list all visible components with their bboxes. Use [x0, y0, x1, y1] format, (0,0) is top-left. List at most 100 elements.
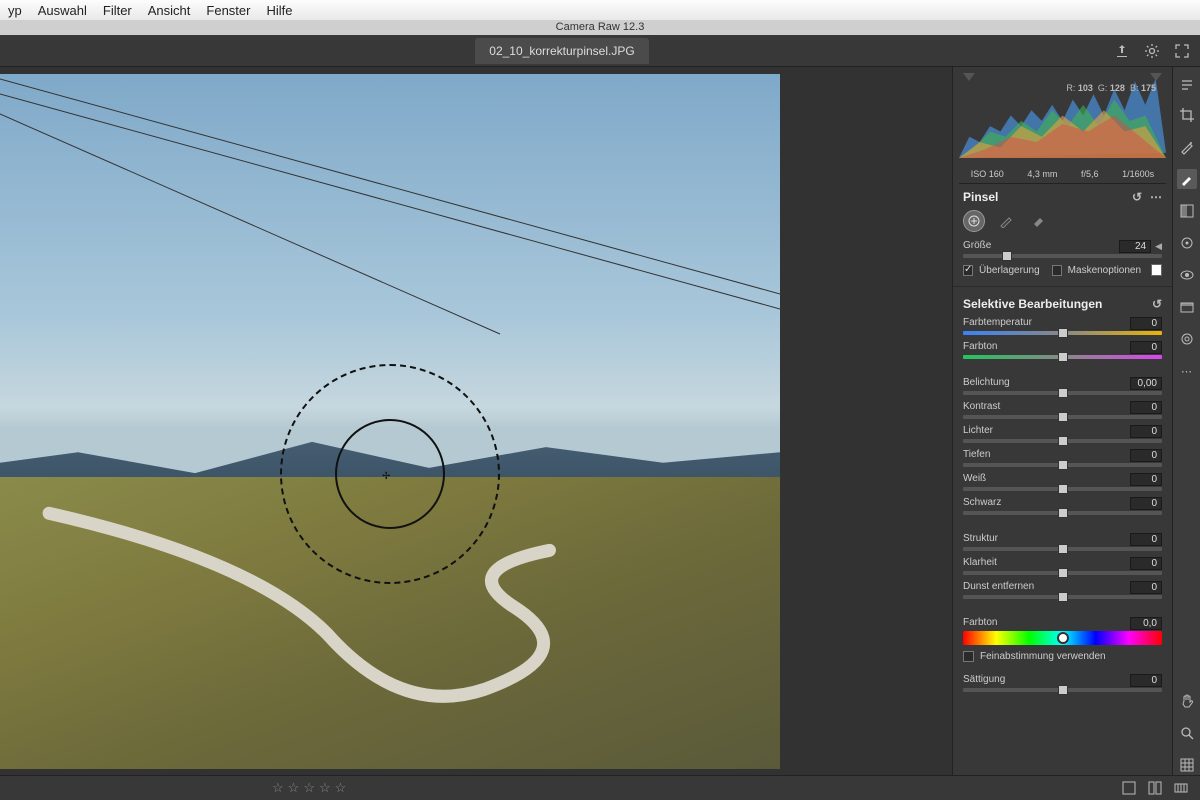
hand-icon[interactable] — [1177, 691, 1197, 711]
adjustment-brush-icon[interactable] — [1177, 169, 1197, 189]
photo-preview: ✢ — [0, 74, 780, 769]
menu-item[interactable]: Filter — [103, 3, 132, 18]
app-title: Camera Raw 12.3 — [556, 21, 645, 33]
zoom-icon[interactable] — [1177, 723, 1197, 743]
lichter-slider[interactable] — [963, 439, 1162, 443]
menu-item[interactable]: Ansicht — [148, 3, 191, 18]
farbton-label: Farbton — [963, 341, 997, 354]
brush-cursor-icon: ✢ — [382, 471, 390, 482]
edit-icon[interactable] — [1177, 73, 1197, 93]
tiefen-slider[interactable] — [963, 463, 1162, 467]
highlight-clip-icon[interactable] — [1150, 73, 1162, 81]
reset-icon[interactable]: ↺ — [1152, 297, 1162, 311]
exif-shutter: 1/1600s — [1122, 169, 1154, 179]
struktur-label: Struktur — [963, 533, 998, 546]
klarheit-slider[interactable] — [963, 571, 1162, 575]
star-icon[interactable]: ☆ — [335, 780, 347, 796]
kontrast-value[interactable]: 0 — [1130, 401, 1162, 414]
brush-subtract-tool[interactable] — [995, 210, 1017, 232]
document-tab-bar: 02_10_korrekturpinsel.JPG — [0, 35, 1200, 67]
chevron-left-icon[interactable]: ◀ — [1155, 241, 1162, 252]
tiefen-value[interactable]: 0 — [1130, 449, 1162, 462]
star-icon[interactable]: ☆ — [303, 780, 315, 796]
farbtemperatur-slider[interactable] — [963, 331, 1162, 335]
compare-icon[interactable] — [1148, 781, 1162, 795]
farbton2-value[interactable]: 0,0 — [1130, 617, 1162, 630]
radial-icon[interactable] — [1177, 233, 1197, 253]
saettigung-slider[interactable] — [963, 688, 1162, 692]
mask-color-swatch[interactable] — [1151, 264, 1162, 276]
schwarz-label: Schwarz — [963, 497, 1001, 510]
mask-options-label: Maskenoptionen — [1068, 265, 1141, 276]
farbton-value[interactable]: 0 — [1130, 341, 1162, 354]
menu-item[interactable]: yp — [8, 3, 22, 18]
farbtemperatur-value[interactable]: 0 — [1130, 317, 1162, 330]
preset-icon[interactable] — [1177, 329, 1197, 349]
more-icon[interactable]: ⋯ — [1177, 361, 1197, 381]
lichter-label: Lichter — [963, 425, 993, 438]
dunst-value[interactable]: 0 — [1130, 581, 1162, 594]
shadow-clip-icon[interactable] — [963, 73, 975, 81]
menu-item[interactable]: Auswahl — [38, 3, 87, 18]
exif-iso: ISO 160 — [971, 169, 1004, 179]
menu-item[interactable]: Fenster — [206, 3, 250, 18]
grid-icon[interactable] — [1177, 755, 1197, 775]
struktur-value[interactable]: 0 — [1130, 533, 1162, 546]
redeye-icon[interactable] — [1177, 265, 1197, 285]
tool-strip: ⋯ — [1172, 67, 1200, 775]
kontrast-label: Kontrast — [963, 401, 1000, 414]
belichtung-label: Belichtung — [963, 377, 1010, 390]
crop-icon[interactable] — [1177, 105, 1197, 125]
mask-options-checkbox[interactable] — [1052, 265, 1062, 276]
adjustments-panel: R: 103 G: 128 B: 175 ISO 160 4,3 mm f/5,… — [952, 67, 1172, 775]
brush-size-slider[interactable] — [963, 254, 1162, 258]
lichter-value[interactable]: 0 — [1130, 425, 1162, 438]
brush-size-value[interactable]: 24 — [1119, 240, 1151, 253]
fit-icon[interactable] — [1122, 781, 1136, 795]
histogram[interactable]: R: 103 G: 128 B: 175 — [959, 73, 1166, 158]
farbton-hue-slider[interactable] — [963, 631, 1162, 645]
star-icon[interactable]: ☆ — [288, 780, 300, 796]
schwarz-slider[interactable] — [963, 511, 1162, 515]
farbton-slider[interactable] — [963, 355, 1162, 359]
tiefen-label: Tiefen — [963, 449, 990, 462]
menu-item[interactable]: Hilfe — [266, 3, 292, 18]
exif-focal: 4,3 mm — [1027, 169, 1057, 179]
klarheit-value[interactable]: 0 — [1130, 557, 1162, 570]
star-icon[interactable]: ☆ — [272, 780, 284, 796]
image-canvas[interactable]: ✢ — [0, 67, 952, 775]
belichtung-value[interactable]: 0,00 — [1130, 377, 1162, 390]
reset-icon[interactable]: ↺ — [1132, 190, 1142, 204]
belichtung-slider[interactable] — [963, 391, 1162, 395]
gear-icon[interactable] — [1144, 43, 1160, 59]
bottom-bar: ☆ ☆ ☆ ☆ ☆ — [0, 775, 1200, 800]
rating-stars[interactable]: ☆ ☆ ☆ ☆ ☆ — [272, 780, 346, 796]
fine-tune-label: Feinabstimmung verwenden — [980, 651, 1106, 662]
struktur-slider[interactable] — [963, 547, 1162, 551]
rgb-readout: R: 103 G: 128 B: 175 — [1066, 83, 1156, 93]
selective-edits-title: Selektive Bearbeitungen — [963, 297, 1102, 311]
brush-erase-tool[interactable] — [1027, 210, 1049, 232]
fullscreen-icon[interactable] — [1174, 43, 1190, 59]
brush-add-tool[interactable] — [963, 210, 985, 232]
export-icon[interactable] — [1114, 43, 1130, 59]
os-menu-bar: yp Auswahl Filter Ansicht Fenster Hilfe — [0, 0, 1200, 20]
kontrast-slider[interactable] — [963, 415, 1162, 419]
brush-panel-title: Pinsel — [963, 190, 998, 204]
fine-tune-checkbox[interactable] — [963, 651, 974, 662]
dunst-slider[interactable] — [963, 595, 1162, 599]
document-tab[interactable]: 02_10_korrekturpinsel.JPG — [475, 38, 648, 64]
gradient-icon[interactable] — [1177, 201, 1197, 221]
weiss-label: Weiß — [963, 473, 986, 486]
panel-menu-icon[interactable]: ⋯ — [1150, 190, 1162, 204]
filmstrip-icon[interactable] — [1174, 781, 1188, 795]
window-title-bar: Camera Raw 12.3 — [0, 20, 1200, 35]
weiss-value[interactable]: 0 — [1130, 473, 1162, 486]
schwarz-value[interactable]: 0 — [1130, 497, 1162, 510]
snapshot-icon[interactable] — [1177, 297, 1197, 317]
weiss-slider[interactable] — [963, 487, 1162, 491]
heal-icon[interactable] — [1177, 137, 1197, 157]
star-icon[interactable]: ☆ — [319, 780, 331, 796]
overlay-checkbox[interactable] — [963, 265, 973, 276]
saettigung-value[interactable]: 0 — [1130, 674, 1162, 687]
